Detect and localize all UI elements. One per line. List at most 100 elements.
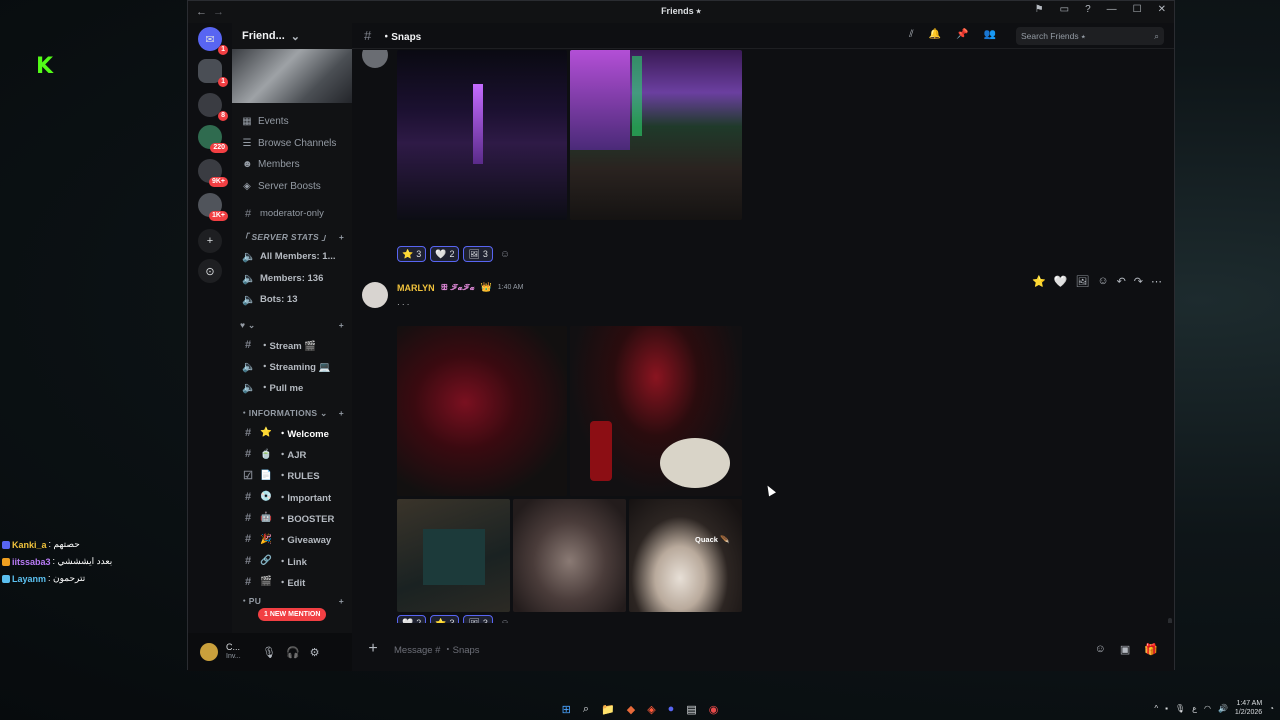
- discord-icon[interactable]: ●: [668, 703, 675, 715]
- heart-icon[interactable]: 🤍: [1054, 275, 1068, 288]
- message-input[interactable]: Message # ・Snaps: [394, 642, 480, 656]
- avatar[interactable]: [362, 282, 388, 308]
- channel-rules[interactable]: ☑ 📄 ・RULES: [232, 465, 352, 486]
- channel-giveaway[interactable]: # 🎉 ・Giveaway: [232, 529, 352, 550]
- search-icon[interactable]: ⌕: [583, 703, 589, 716]
- channel-stream[interactable]: # ・Stream 🎬: [232, 334, 352, 355]
- add-reaction-icon[interactable]: ☺: [1097, 275, 1108, 288]
- direct-messages-button[interactable]: ✉ 1: [198, 27, 228, 55]
- category-informations[interactable]: ・INFORMATIONS ⌄ +: [232, 404, 352, 422]
- channel-stat[interactable]: 🔈 All Members: 1...: [232, 246, 352, 267]
- channel-stat[interactable]: 🔈 Bots: 13: [232, 289, 352, 310]
- pin-icon[interactable]: 📌: [956, 29, 968, 40]
- threads-icon[interactable]: ⫽: [909, 29, 913, 40]
- inbox-icon[interactable]: ▭: [1060, 4, 1069, 15]
- chevron-up-icon[interactable]: ^: [1154, 704, 1158, 713]
- help-icon[interactable]: ?: [1085, 4, 1091, 15]
- minimize-button[interactable]: —: [1107, 4, 1117, 15]
- plus-icon[interactable]: +: [339, 320, 344, 330]
- search-input[interactable]: Search Friends ⭑ ⌕: [1016, 27, 1164, 45]
- wifi-icon[interactable]: ◠: [1204, 704, 1211, 713]
- channel-stat[interactable]: 🔈 Members: 136: [232, 268, 352, 289]
- channel-booster[interactable]: # 🤖 ・BOOSTER: [232, 507, 352, 528]
- app-icon[interactable]: ◉: [709, 703, 719, 716]
- star-icon[interactable]: ⭐: [1032, 275, 1046, 288]
- message-image[interactable]: Quack 🪶: [629, 499, 742, 612]
- close-button[interactable]: ✕: [1158, 4, 1166, 15]
- microphone-icon[interactable]: 🎙: [1175, 704, 1185, 713]
- reaction-heart[interactable]: 🤍 2: [430, 246, 460, 262]
- headphones-icon[interactable]: 🎧: [286, 646, 300, 659]
- sidebar-item-members[interactable]: ☻ Members: [232, 154, 352, 176]
- emoji-icon[interactable]: ☺: [1095, 643, 1106, 656]
- file-explorer-icon[interactable]: 📁: [601, 703, 615, 716]
- channel-link[interactable]: # 🔗 ・Link: [232, 550, 352, 571]
- reaction-star[interactable]: ⭐ 3: [430, 615, 460, 623]
- forward-icon[interactable]: ↷: [1134, 275, 1143, 288]
- reaction-star[interactable]: ⭐ 3: [397, 246, 427, 262]
- settings-gear-icon[interactable]: ⚙: [310, 646, 320, 659]
- message-image[interactable]: [397, 50, 567, 220]
- add-reaction-icon[interactable]: ☺: [497, 615, 513, 624]
- scrollbar[interactable]: [1168, 618, 1172, 623]
- avatar[interactable]: [362, 50, 388, 68]
- reaction-custom[interactable]: 🖼 3: [463, 615, 493, 623]
- message-composer[interactable]: + Message # ・Snaps ☺ ▣ 🎁: [360, 632, 1166, 666]
- avatar[interactable]: [200, 643, 218, 661]
- channel-important[interactable]: # 💿 ・Important: [232, 486, 352, 507]
- tray-app-icon[interactable]: ▪: [1165, 704, 1168, 713]
- browser-icon[interactable]: ◈: [647, 703, 655, 716]
- plus-icon[interactable]: +: [339, 232, 344, 242]
- flag-icon[interactable]: ⚑: [1035, 4, 1044, 15]
- message-image[interactable]: [570, 50, 742, 220]
- app-icon[interactable]: ▤: [686, 703, 696, 716]
- maximize-button[interactable]: ☐: [1133, 4, 1142, 15]
- reaction-custom[interactable]: 🖼 3: [463, 246, 493, 262]
- server-folder[interactable]: 9K+: [198, 159, 228, 187]
- server-folder[interactable]: 8: [198, 93, 228, 121]
- message-list[interactable]: ⭐ 3 🤍 2 🖼 3 ☺ ⭐ 🤍 🖼 ☺ ↶ ↷ ⋯ MARLYN ꕥ ℱ𝒶ℱ…: [352, 50, 1174, 623]
- add-reaction-icon[interactable]: ☺: [497, 246, 513, 262]
- author-name[interactable]: MARLYN: [397, 283, 435, 293]
- channel-ajr[interactable]: # 🍵 ・AJR: [232, 443, 352, 464]
- channel-moderator-only[interactable]: # moderator-only: [232, 203, 352, 224]
- server-header[interactable]: Friend... ⌄: [232, 23, 352, 49]
- server-icon[interactable]: 220: [198, 125, 228, 153]
- message-image[interactable]: [397, 326, 567, 496]
- custom-emoji-icon[interactable]: 🖼: [1075, 275, 1089, 288]
- windows-start-icon[interactable]: ⊞: [562, 703, 571, 716]
- category-voice[interactable]: ♥ ⌄ +: [232, 316, 352, 334]
- plus-icon[interactable]: +: [339, 408, 344, 418]
- sidebar-item-browse-channels[interactable]: ☰ Browse Channels: [232, 133, 352, 155]
- notification-bell-icon[interactable]: 🔔: [929, 29, 941, 40]
- gift-icon[interactable]: 🎁: [1144, 643, 1158, 656]
- new-mention-pill[interactable]: 1 NEW MENTION: [258, 608, 327, 621]
- channel-edit[interactable]: # 🎬 ・Edit: [232, 571, 352, 592]
- message-image[interactable]: [570, 326, 742, 496]
- plus-icon[interactable]: +: [339, 596, 344, 606]
- category-server-stats[interactable]: 「 SERVER STATS 」 +: [232, 228, 352, 246]
- sidebar-item-events[interactable]: ▦ Events: [232, 111, 352, 133]
- add-server-icon[interactable]: +: [198, 229, 222, 253]
- member-list-icon[interactable]: 👥: [984, 29, 996, 40]
- volume-icon[interactable]: 🔊: [1218, 704, 1228, 713]
- channel-welcome[interactable]: # ⭐ ・Welcome: [232, 422, 352, 443]
- app-icon[interactable]: ◆: [627, 703, 635, 716]
- server-folder[interactable]: 1K+: [198, 193, 228, 221]
- language-indicator[interactable]: ع: [1192, 704, 1197, 713]
- discover-icon[interactable]: ⊙: [198, 259, 222, 283]
- reply-icon[interactable]: ↶: [1117, 275, 1126, 288]
- message-image[interactable]: [397, 499, 510, 612]
- sticker-icon[interactable]: ▣: [1120, 643, 1130, 656]
- channel-streaming[interactable]: 🔈 ・Streaming 💻: [232, 355, 352, 376]
- clock[interactable]: 1:47 AM 1/2/2026: [1235, 699, 1262, 717]
- microphone-icon[interactable]: 🎙: [262, 646, 276, 659]
- channel-pull-me[interactable]: 🔈 ・Pull me: [232, 377, 352, 398]
- message-image[interactable]: [513, 499, 626, 612]
- sidebar-item-server-boosts[interactable]: ◈ Server Boosts: [232, 176, 352, 198]
- upload-plus-icon[interactable]: +: [366, 640, 380, 658]
- server-icon-friends[interactable]: 1: [198, 59, 228, 87]
- more-options-icon[interactable]: ⋯: [1151, 275, 1162, 288]
- reaction-heart[interactable]: 🤍 2: [397, 615, 427, 623]
- notification-icon[interactable]: ◔: [1269, 704, 1274, 713]
